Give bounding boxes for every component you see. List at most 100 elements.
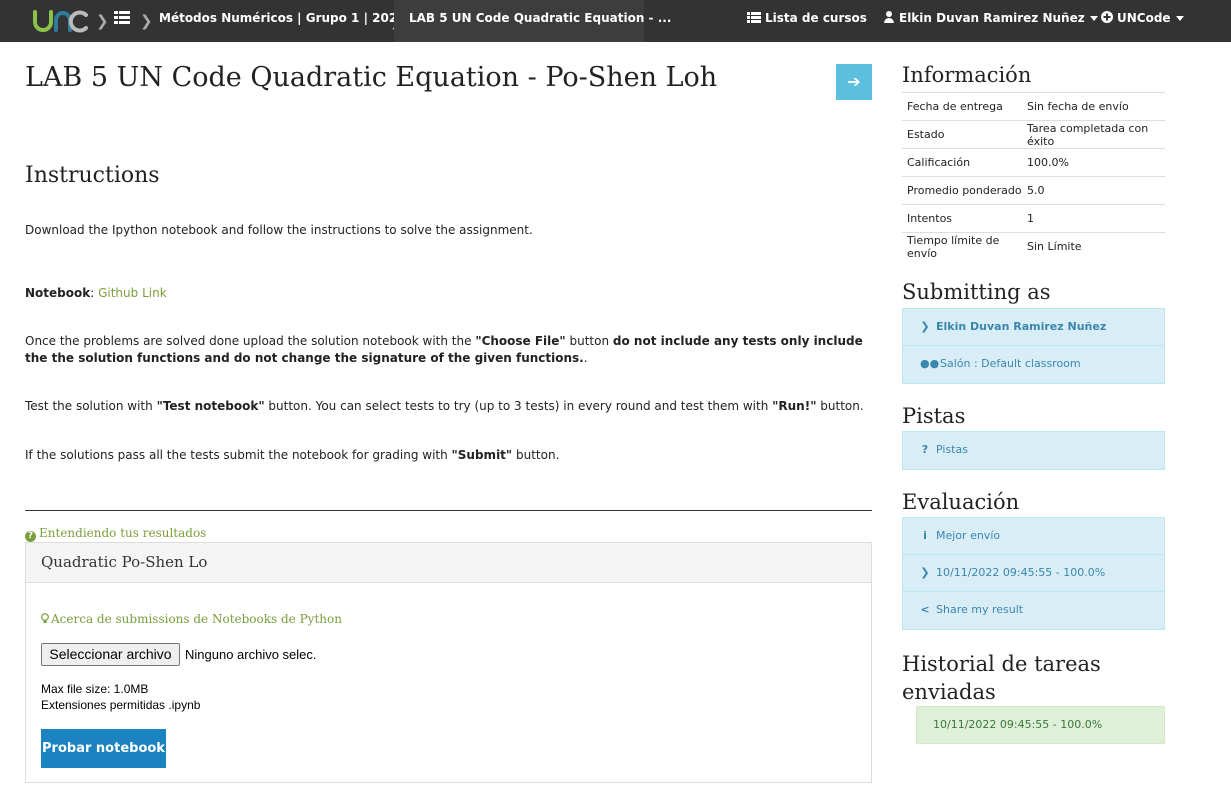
share-label: Share my result <box>936 603 1024 616</box>
app-menu-label: UNCode <box>1117 11 1171 25</box>
chevron-right-icon: ❯ <box>96 12 109 30</box>
history-heading: Historial de tareas enviadas <box>902 652 1101 704</box>
understanding-results-link[interactable]: ? Entendiendo tus resultados <box>25 526 206 542</box>
info-row: Fecha de entrega Sin fecha de envío <box>902 92 1165 121</box>
instructions-paragraph-4: Test the solution with "Test notebook" b… <box>25 398 873 415</box>
users-icon: ●● <box>920 357 940 370</box>
hints-label: Pistas <box>936 443 968 456</box>
info-key: Tiempo límite de envío <box>902 232 1022 261</box>
top-navbar: ❯ ❯ Métodos Numéricos | Grupo 1 | 2022..… <box>0 0 1231 42</box>
best-submission-entry[interactable]: ❯ 10/11/2022 09:45:55 - 100.0% <box>903 555 1164 592</box>
chevron-right-icon: ❯ <box>920 566 930 579</box>
info-heading: Información <box>902 63 1032 87</box>
p4-text-c: button. You can select tests to try (up … <box>264 399 773 413</box>
max-file-size: Max file size: 1.0MB <box>41 682 149 696</box>
info-value: Sin fecha de envío <box>1022 92 1165 121</box>
p3-text-c: button <box>565 334 613 348</box>
about-notebooks-label: Acerca de submissions de Notebooks de Py… <box>51 612 342 626</box>
p5-text-a: If the solutions pass all the tests subm… <box>25 448 452 462</box>
hints-box: ? Pistas <box>902 431 1165 470</box>
expand-sidebar-button[interactable]: ➔ <box>836 64 872 100</box>
info-row: Estado Tarea completada con éxito <box>902 120 1165 149</box>
file-status: Ninguno archivo selec. <box>185 647 317 662</box>
notebook-line: Notebook: Github Link <box>25 286 167 300</box>
submitting-user-label: Elkin Duvan Ramirez Nuñez <box>936 320 1107 333</box>
info-value: 5.0 <box>1022 176 1165 205</box>
page-title: LAB 5 UN Code Quadratic Equation - Po-Sh… <box>25 62 718 93</box>
info-row: Tiempo límite de envío Sin Límite <box>902 232 1165 261</box>
hints-item[interactable]: ? Pistas <box>903 432 1164 469</box>
best-entry-label: 10/11/2022 09:45:55 - 100.0% <box>936 566 1106 579</box>
info-table: Fecha de entrega Sin fecha de envío Estad… <box>902 92 1165 261</box>
course-list-link[interactable]: Lista de cursos <box>747 11 867 25</box>
p5-text-b: "Submit" <box>451 448 513 462</box>
breadcrumb-course[interactable]: Métodos Numéricos | Grupo 1 | 2022... <box>159 11 419 25</box>
chevron-right-icon: ❯ <box>920 320 930 333</box>
github-link[interactable]: Github Link <box>98 286 167 300</box>
user-menu[interactable]: Elkin Duvan Ramirez Nuñez <box>884 11 1098 25</box>
divider <box>25 510 872 511</box>
chevron-right-icon: ❯ <box>140 12 153 30</box>
classroom-item[interactable]: ●●Salón : Default classroom <box>903 346 1164 383</box>
p4-text-d: "Run!" <box>772 399 817 413</box>
info-icon: i <box>923 529 927 542</box>
info-key: Promedio ponderado <box>902 176 1022 205</box>
app-menu[interactable]: UNCode <box>1101 11 1184 25</box>
best-submission-label: Mejor envío <box>936 529 1001 542</box>
info-row: Calificación 100.0% <box>902 148 1165 177</box>
info-value: 100.0% <box>1022 148 1165 177</box>
submitting-as-heading: Submitting as <box>902 280 1051 304</box>
best-submission-item[interactable]: i Mejor envío <box>903 518 1164 555</box>
p5-text-c: button. <box>512 448 560 462</box>
test-notebook-button[interactable]: Probar notebook <box>41 729 166 768</box>
hints-heading: Pistas <box>902 404 966 428</box>
p4-text-b: "Test notebook" <box>156 399 265 413</box>
list-icon <box>747 12 761 23</box>
submitting-user-item[interactable]: ❯ Elkin Duvan Ramirez Nuñez <box>903 309 1164 346</box>
panel-title: Quadratic Po-Shen Lo <box>26 543 871 583</box>
breadcrumb-task[interactable]: LAB 5 UN Code Quadratic Equation - ... <box>409 11 671 25</box>
info-value: Tarea completada con éxito <box>1022 120 1165 149</box>
caret-down-icon <box>1175 16 1184 21</box>
home-grid-icon[interactable] <box>114 11 130 25</box>
evaluation-box: i Mejor envío ❯ 10/11/2022 09:45:55 - 100.… <box>902 517 1165 630</box>
plus-circle-icon <box>1101 11 1113 23</box>
instructions-paragraph-5: If the solutions pass all the tests subm… <box>25 447 873 464</box>
info-value: Sin Límite <box>1022 232 1165 261</box>
question-circle-icon: ? <box>25 531 36 542</box>
instructions-paragraph-3: Once the problems are solved done upload… <box>25 333 873 367</box>
submission-panel: Quadratic Po-Shen Lo Acerca de submissio… <box>25 542 872 783</box>
p4-text-a: Test the solution with <box>25 399 157 413</box>
submitting-as-box: ❯ Elkin Duvan Ramirez Nuñez ●●Salón : Def… <box>902 308 1165 384</box>
about-notebooks-link[interactable]: Acerca de submissions de Notebooks de Py… <box>41 612 342 626</box>
course-list-label: Lista de cursos <box>765 11 867 25</box>
p3-text-b: "Choose File" <box>475 334 566 348</box>
choose-file-button[interactable]: Seleccionar archivo <box>41 643 180 666</box>
history-entry[interactable]: 10/11/2022 09:45:55 - 100.0% <box>916 706 1165 744</box>
allowed-extensions: Extensiones permitidas .ipynb <box>41 698 201 712</box>
info-key: Fecha de entrega <box>902 92 1022 121</box>
share-icon: < <box>920 603 930 616</box>
caret-down-icon <box>1089 16 1098 21</box>
unc-logo[interactable] <box>32 6 88 36</box>
info-row: Intentos 1 <box>902 204 1165 233</box>
user-name: Elkin Duvan Ramirez Nuñez <box>899 11 1085 25</box>
info-key: Calificación <box>902 148 1022 177</box>
question-icon: ? <box>921 443 929 456</box>
instructions-paragraph-1: Download the Ipython notebook and follow… <box>25 223 533 237</box>
info-key: Intentos <box>902 204 1022 233</box>
understanding-results-label: Entendiendo tus resultados <box>39 526 207 540</box>
arrow-right-icon: ➔ <box>847 72 861 91</box>
user-icon <box>884 11 894 23</box>
classroom-label: Salón : Default classroom <box>940 357 1081 370</box>
info-value: 1 <box>1022 204 1165 233</box>
lightbulb-icon <box>41 613 49 623</box>
p3-text-a: Once the problems are solved done upload… <box>25 334 476 348</box>
share-result-item[interactable]: < Share my result <box>903 592 1164 629</box>
evaluation-heading: Evaluación <box>902 490 1020 514</box>
info-key: Estado <box>902 120 1022 149</box>
p3-text-e: . <box>583 351 588 365</box>
info-row: Promedio ponderado 5.0 <box>902 176 1165 205</box>
notebook-label: Notebook <box>25 286 91 300</box>
p4-text-e: button. <box>816 399 864 413</box>
